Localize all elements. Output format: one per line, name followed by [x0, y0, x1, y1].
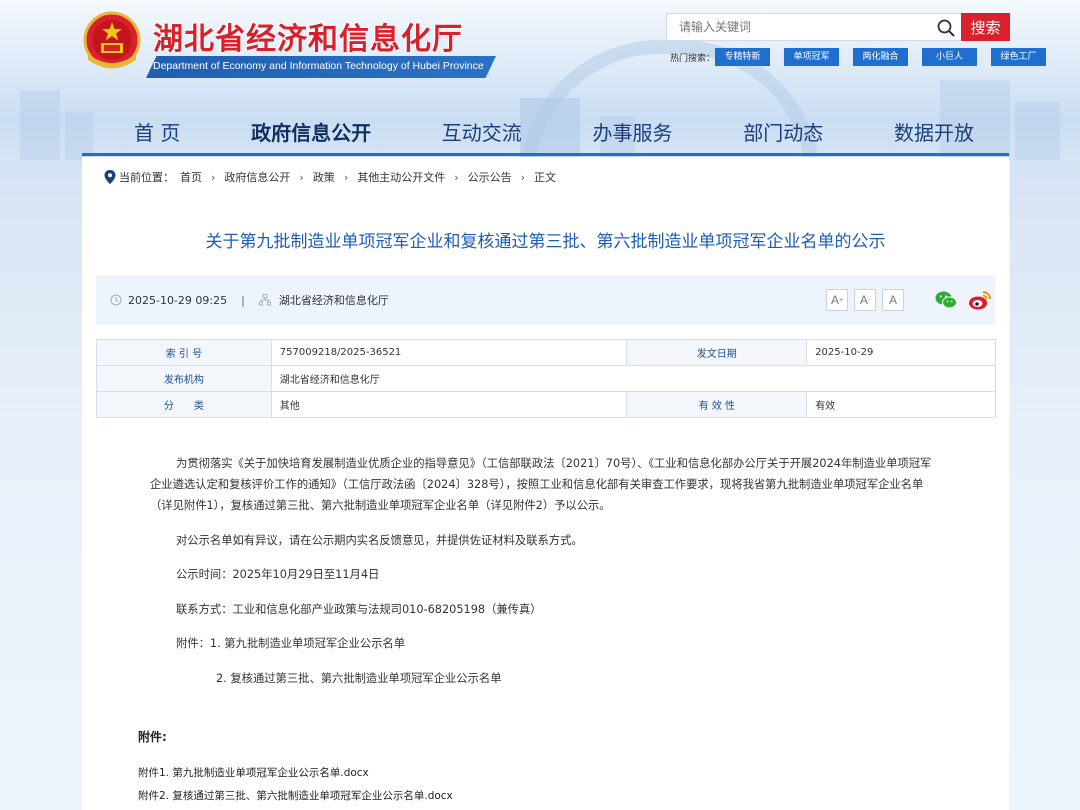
- side-background-left: [0, 160, 82, 810]
- hot-search-label: 热门搜索：: [670, 54, 716, 64]
- background-building: [20, 90, 60, 160]
- nav-item-home[interactable]: 首 页: [134, 117, 180, 146]
- validity-value: 有效: [806, 391, 996, 418]
- clock-icon: [110, 294, 122, 306]
- chevron-right-icon: ›: [343, 170, 349, 184]
- article-title: 关于第九批制造业单项冠军企业和复核通过第三批、第六批制造业单项冠军企业名单的公示: [205, 232, 886, 252]
- location-pin-icon: [104, 170, 116, 184]
- body-paragraph: 公示时间：2025年10月29日至11月4日: [176, 568, 380, 581]
- search-input[interactable]: [667, 14, 929, 40]
- content-card: 当前位置： 首页 › 政府信息公开 › 政策 › 其他主动公开文件 › 公示公告…: [82, 157, 1009, 810]
- hot-tag-specialized[interactable]: 专精特新: [715, 48, 770, 66]
- date-label: 发文日期: [626, 339, 808, 366]
- site-subtitle: Department of Economy and Information Te…: [153, 60, 484, 72]
- validity-label: 有 效 性: [626, 391, 808, 418]
- meta-divider: |: [241, 293, 245, 307]
- breadcrumb-other-files[interactable]: 其他主动公开文件: [357, 169, 445, 185]
- nav-item-gov-info[interactable]: 政府信息公开: [251, 117, 371, 146]
- weibo-icon[interactable]: [968, 288, 992, 312]
- body-paragraph: 附件：1. 第九批制造业单项冠军企业公示名单: [176, 637, 406, 650]
- publisher-label: 发布机构: [96, 365, 272, 392]
- nav-item-department-news[interactable]: 部门动态: [743, 117, 823, 146]
- publisher-value: 湖北省经济和信息化厅: [270, 365, 997, 392]
- attachment-link-1[interactable]: 附件1. 第九批制造业单项冠军企业公示名单.docx: [138, 765, 369, 780]
- hot-tag-little-giant[interactable]: 小巨人: [922, 48, 977, 66]
- breadcrumb-announcements[interactable]: 公示公告: [468, 169, 512, 185]
- font-reset-button[interactable]: A: [882, 289, 904, 311]
- site-title[interactable]: 湖北省经济和信息化厅: [153, 14, 463, 58]
- chevron-right-icon: ›: [299, 170, 304, 184]
- organization-icon: [258, 294, 271, 306]
- breadcrumb-current: 正文: [534, 171, 557, 184]
- table-row: 索 引 号 757009218/2025-36521 发文日期 2025-10-…: [96, 339, 996, 366]
- index-label: 索 引 号: [96, 339, 272, 366]
- category-label: 分 类: [96, 391, 272, 418]
- article-meta-bar: 2025-10-29 09:25 | 湖北省经济和信息化厅 A + A- A: [96, 275, 995, 325]
- nav-item-open-data[interactable]: 数据开放: [894, 117, 974, 146]
- font-decrease-button[interactable]: A-: [854, 289, 876, 311]
- national-emblem-icon[interactable]: [82, 10, 142, 72]
- breadcrumb-policy[interactable]: 政策: [313, 169, 335, 185]
- side-background-right: [1010, 160, 1080, 810]
- main-nav: 首 页 政府信息公开 互动交流 办事服务 部门动态 数据开放: [82, 110, 1009, 156]
- nav-item-interaction[interactable]: 互动交流: [442, 117, 522, 146]
- category-value: 其他: [270, 391, 628, 418]
- body-paragraph: 对公示名单如有异议，请在公示期内实名反馈意见，并提供佐证材料及联系方式。: [176, 533, 583, 547]
- hot-tag-integration[interactable]: 两化融合: [853, 48, 908, 66]
- body-paragraph: 联系方式：工业和信息化部产业政策与法规司010-68205198（兼传真）: [176, 602, 542, 616]
- body-paragraph: 为贯彻落实《关于加快培育发展制造业优质企业的指导意见》（工信部联政法〔2021〕…: [150, 457, 932, 512]
- publish-datetime: 2025-10-29 09:25: [128, 293, 228, 307]
- article-body: 为贯彻落实《关于加快培育发展制造业优质企业的指导意见》（工信部联政法〔2021〕…: [150, 453, 940, 702]
- hot-tag-single-champion[interactable]: 单项冠军: [784, 48, 839, 66]
- attachments-heading: 附件:: [138, 730, 167, 744]
- date-value: 2025-10-29: [806, 339, 996, 366]
- attachment-link-2[interactable]: 附件2. 复核通过第三批、第六批制造业单项冠军企业公示名单.docx: [138, 788, 453, 803]
- font-increase-button[interactable]: A +: [826, 289, 848, 311]
- article-source: 湖北省经济和信息化厅: [278, 294, 389, 307]
- search-button[interactable]: 搜索: [961, 13, 1010, 41]
- nav-item-services[interactable]: 办事服务: [593, 117, 673, 146]
- hot-search-tags: 专精特新 单项冠军 两化融合 小巨人 绿色工厂: [715, 48, 1046, 66]
- chevron-right-icon: ›: [211, 170, 216, 184]
- index-value: 757009218/2025-36521: [270, 339, 628, 366]
- font-size-controls: A + A- A: [826, 289, 904, 311]
- table-row: 发布机构 湖北省经济和信息化厅: [96, 365, 997, 392]
- background-building: [1015, 102, 1060, 160]
- search-box: [666, 13, 962, 41]
- breadcrumb-home[interactable]: 首页: [180, 169, 202, 185]
- breadcrumb-gov-info[interactable]: 政府信息公开: [224, 169, 290, 185]
- search-icon[interactable]: [936, 18, 956, 38]
- breadcrumb-prefix: 当前位置：: [119, 171, 174, 184]
- chevron-right-icon: ›: [520, 170, 526, 184]
- chevron-right-icon: ›: [454, 170, 459, 184]
- body-paragraph: 2. 复核通过第三批、第六批制造业单项冠军企业公示名单: [216, 671, 502, 685]
- table-row: 分 类 其他 有 效 性 有效: [96, 391, 996, 418]
- hot-tag-green-factory[interactable]: 绿色工厂: [991, 48, 1046, 66]
- document-info-table: 索 引 号 757009218/2025-36521 发文日期 2025-10-…: [96, 339, 997, 418]
- wechat-icon[interactable]: [934, 288, 958, 312]
- breadcrumb: 当前位置： 首页 › 政府信息公开 › 政策 › 其他主动公开文件 › 公示公告…: [104, 169, 556, 185]
